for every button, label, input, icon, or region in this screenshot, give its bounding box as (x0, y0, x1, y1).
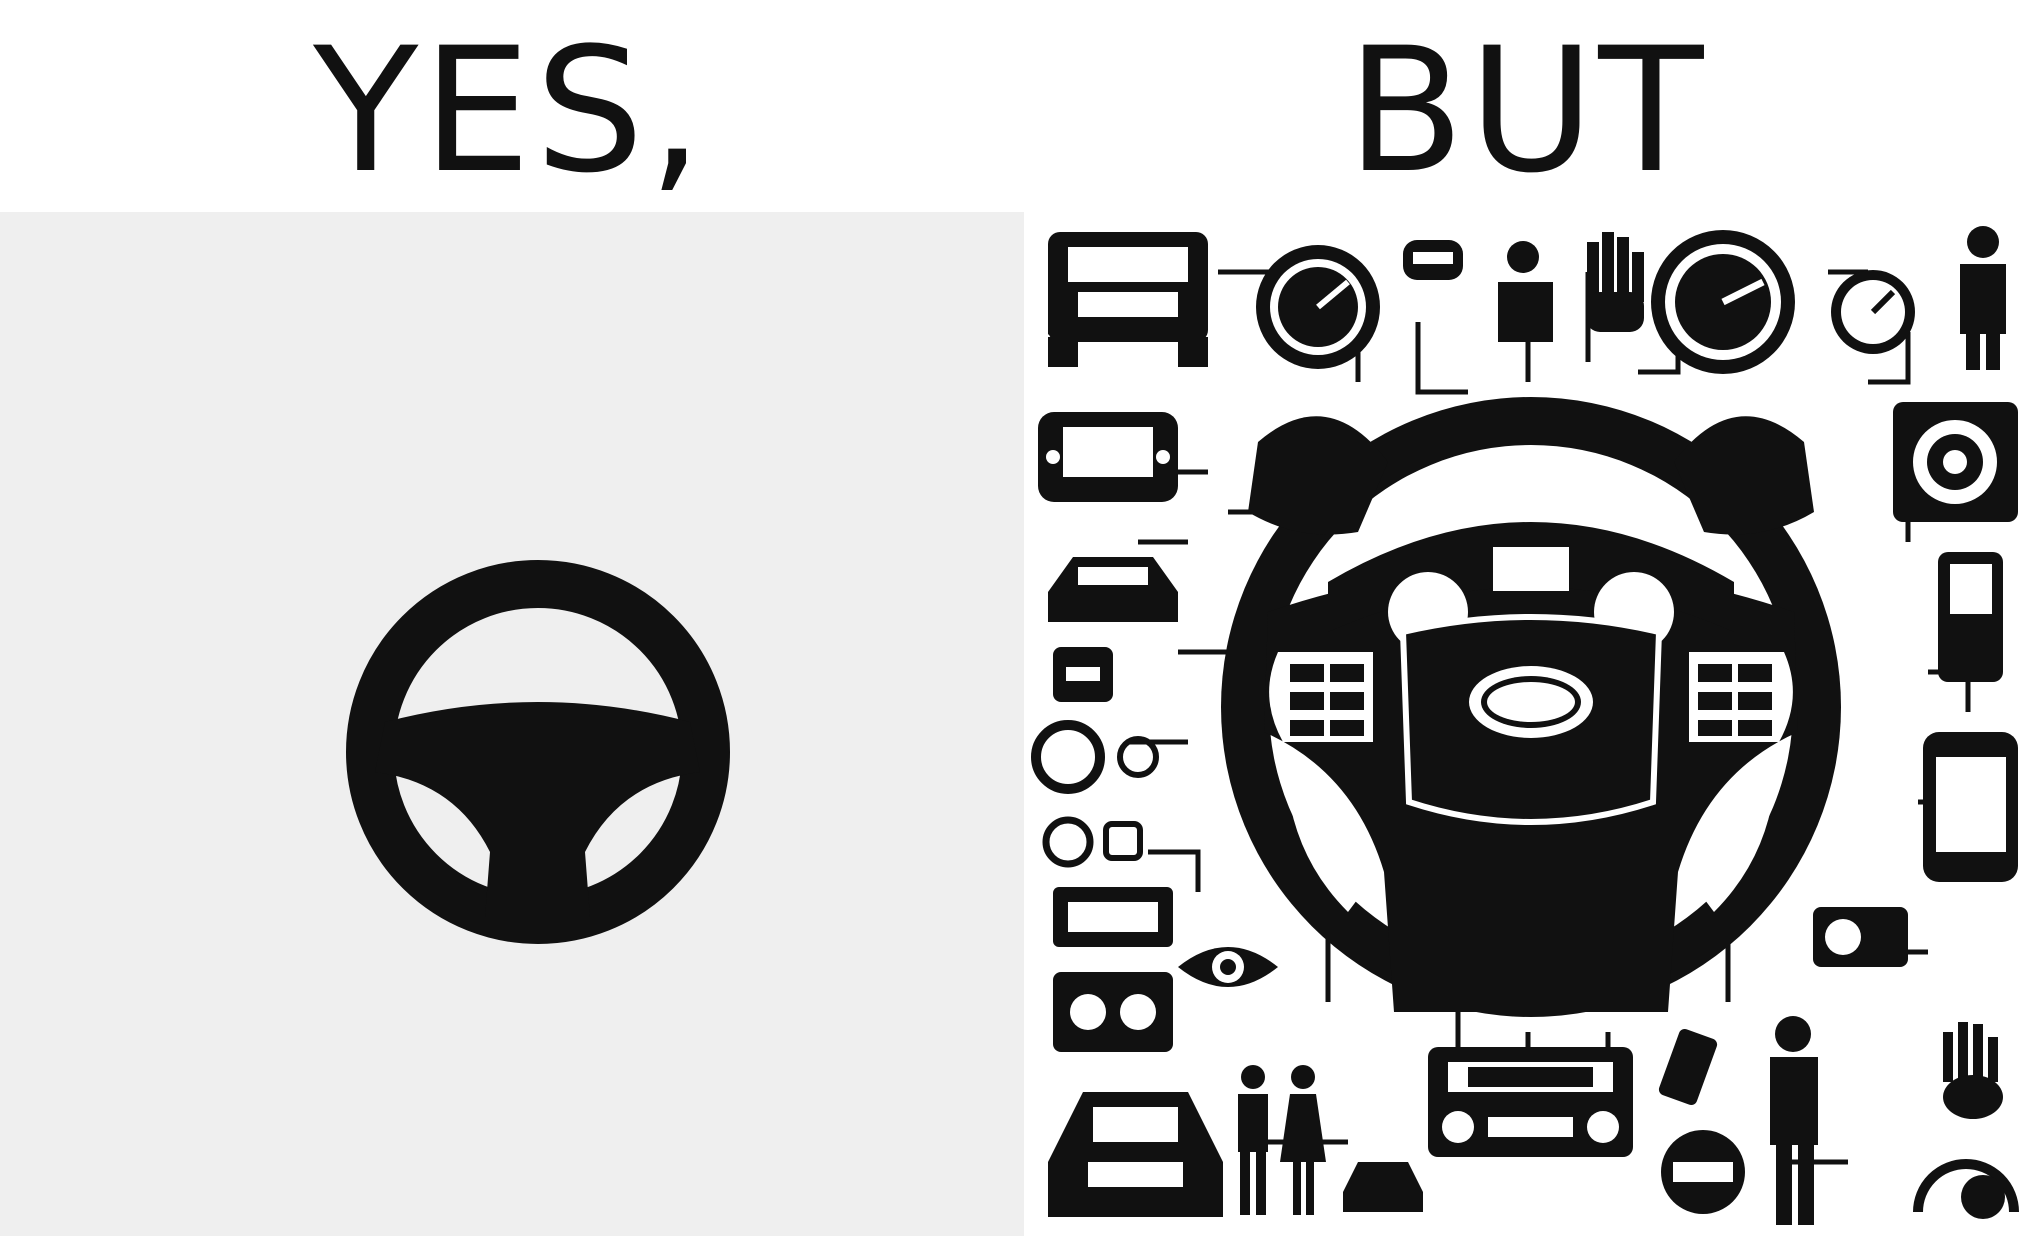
speedometer-icon (1256, 245, 1380, 369)
badge-icon (1661, 1130, 1745, 1214)
clock-gauge-icon (1031, 720, 1159, 794)
hand-icon (1586, 232, 1644, 332)
small-car-icon (1343, 1162, 1423, 1212)
heading-but: BUT (1346, 9, 1708, 211)
car-radio-icon (1428, 1047, 1633, 1157)
left-panel (0, 212, 1024, 1236)
heading-yes: YES, (313, 9, 707, 211)
person-standing-icon (1960, 226, 2006, 370)
simple-steering-wheel-icon (346, 560, 730, 944)
tachometer-icon (1651, 230, 1795, 374)
complex-steering-wheel-with-controls-icon (1221, 397, 1841, 1017)
person-icon (1498, 241, 1553, 342)
speaker-icon (1893, 402, 2018, 522)
smartphone-icon (1923, 732, 2018, 882)
suv-front-icon (1048, 232, 1208, 367)
right-panel (1028, 212, 2034, 1236)
mobile-device-icon (1658, 1028, 1718, 1106)
mobile-phone-keypad-icon (1938, 552, 2003, 682)
sedan-front-icon (1048, 557, 1178, 622)
eye-icon (1178, 947, 1278, 987)
dashboard-button-icon (1053, 647, 1113, 702)
car-front-small-icon (1403, 240, 1463, 280)
man-icon (1770, 1016, 1818, 1225)
handprint-icon (1943, 1022, 2003, 1119)
radio-stack-icon (1053, 887, 1173, 1052)
sedan-front-large-icon (1048, 1092, 1223, 1217)
gauge-half-icon (1913, 1159, 2019, 1219)
fuel-gauge-icon (1831, 270, 1915, 354)
camera-icon (1813, 907, 1908, 967)
small-controls-icon (1042, 816, 1143, 868)
infotainment-console-icon (1038, 412, 1178, 502)
